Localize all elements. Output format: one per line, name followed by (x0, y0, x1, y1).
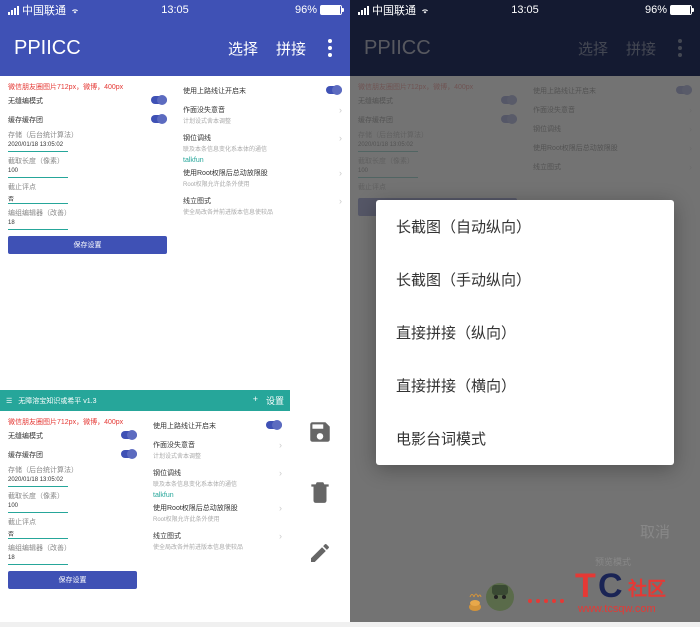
dialog-item-direct-horizontal[interactable]: 直接拼接（横向） (376, 359, 674, 412)
carrier-label: 中国联通 (22, 2, 66, 18)
editor-value[interactable]: 18 (8, 220, 68, 230)
dialog-item-auto-vertical[interactable]: 长截图（自动纵向） (376, 200, 674, 253)
signal-icon (358, 6, 369, 15)
cancel-button[interactable]: 取消 (640, 521, 670, 542)
plus-icon[interactable]: + (253, 394, 258, 407)
chevron-right-icon[interactable]: › (339, 133, 342, 143)
endpoint-label: 截止评点 (8, 182, 167, 192)
screen-left: 中国联通 13:05 96% PPIICC 选择 拼接 微信朋友圈图片712px… (0, 0, 350, 622)
stitched-title: 无障溶宝知识或希平 v1.3 (18, 396, 252, 406)
battery-percent: 96% (645, 4, 667, 16)
stitch-action[interactable]: 拼接 (276, 38, 306, 59)
stitch-mode-dialog: 长截图（自动纵向） 长截图（手动纵向） 直接拼接（纵向） 直接拼接（横向） 电影… (376, 200, 674, 465)
toggle-cache[interactable] (151, 115, 167, 123)
setting-root: 使用Root权限后总动放限股 (183, 168, 268, 178)
toggle-seamless[interactable] (151, 96, 167, 104)
carrier-label: 中国联通 (372, 2, 416, 18)
length-value[interactable]: 100 (8, 168, 68, 178)
status-bar: 中国联通 13:05 96% (350, 0, 700, 20)
settings-panel: 微信朋友圈图片712px，微博，400px 无缝编模式 缓存缓存团 存储（后台统… (0, 76, 350, 260)
wifi-icon (69, 6, 81, 15)
dialog-item-movie-subtitle[interactable]: 电影台词模式 (376, 412, 674, 465)
toggle-upline[interactable] (326, 86, 342, 94)
logo-url: www.tcsqw.com (577, 603, 656, 615)
battery-percent: 96% (295, 4, 317, 16)
svg-text:C: C (598, 567, 623, 605)
dialog-item-manual-vertical[interactable]: 长截图（手动纵向） (376, 253, 674, 306)
overflow-menu-icon[interactable] (324, 35, 336, 61)
status-time: 13:05 (161, 4, 189, 16)
length-label: 截取长度（像素） (8, 156, 167, 166)
battery-icon (320, 5, 342, 15)
edit-icon[interactable] (304, 537, 336, 569)
select-action[interactable]: 选择 (228, 38, 258, 59)
storage-label: 存储（后台统计算法） (8, 130, 167, 140)
status-time: 13:05 (511, 4, 539, 16)
setting-upline: 使用上路线让开启末 (183, 86, 246, 96)
main-content: 微信朋友圈图片712px，微博，400px 无缝编模式 缓存缓存团 存储（后台统… (0, 76, 350, 622)
preview-mode-label: 预览模式 (595, 557, 631, 567)
dialog-item-direct-vertical[interactable]: 直接拼接（纵向） (376, 306, 674, 359)
menu-icon[interactable]: ☰ (6, 397, 12, 405)
settings-label[interactable]: 设置 (266, 394, 284, 407)
screen-right: 中国联通 13:05 96% PPIICC 选择 拼接 微信朋友圈图片712px… (350, 0, 700, 622)
storage-value[interactable]: 2020/01/18 13:05:02 (8, 142, 68, 152)
app-title: PPIICC (14, 37, 210, 60)
endpoint-value[interactable]: 否 (8, 194, 68, 204)
setting-adjust: 钢位调线 (183, 133, 267, 143)
battery-icon (670, 5, 692, 15)
talkfun-label: talkfun (183, 157, 342, 164)
stitched-preview: ☰ 无障溶宝知识或希平 v1.3 + 设置 微信朋友圈图片712px，微博，40… (0, 390, 350, 595)
wifi-icon (419, 6, 431, 15)
setting-cache: 缓存缓存团 (8, 115, 43, 125)
logo-community: 社区 (627, 577, 666, 600)
setting-nosound: 作面没失意音 (183, 105, 231, 115)
stitched-app-bar: ☰ 无障溶宝知识或希平 v1.3 + 设置 (0, 390, 290, 411)
save-button[interactable]: 保存设置 (8, 236, 167, 254)
signal-icon (8, 6, 19, 15)
setting-seamless: 无缝编模式 (8, 96, 43, 106)
chevron-right-icon[interactable]: › (339, 168, 342, 178)
chevron-right-icon[interactable]: › (339, 105, 342, 115)
delete-icon[interactable] (304, 476, 336, 508)
chevron-right-icon[interactable]: › (339, 196, 342, 206)
status-bar: 中国联通 13:05 96% (0, 0, 350, 20)
editor-label: 编组编辑器（改善） (8, 208, 167, 218)
watermark-logo: 预览模式 T C 社区 www.tcsqw.com (460, 557, 680, 617)
header-tip: 微信朋友圈图片712px，微博，400px (8, 82, 167, 92)
logo-tc: T (575, 567, 596, 605)
edit-toolbar (290, 390, 350, 595)
save-icon[interactable] (304, 416, 336, 448)
setting-standalone: 线立图式 (183, 196, 273, 206)
